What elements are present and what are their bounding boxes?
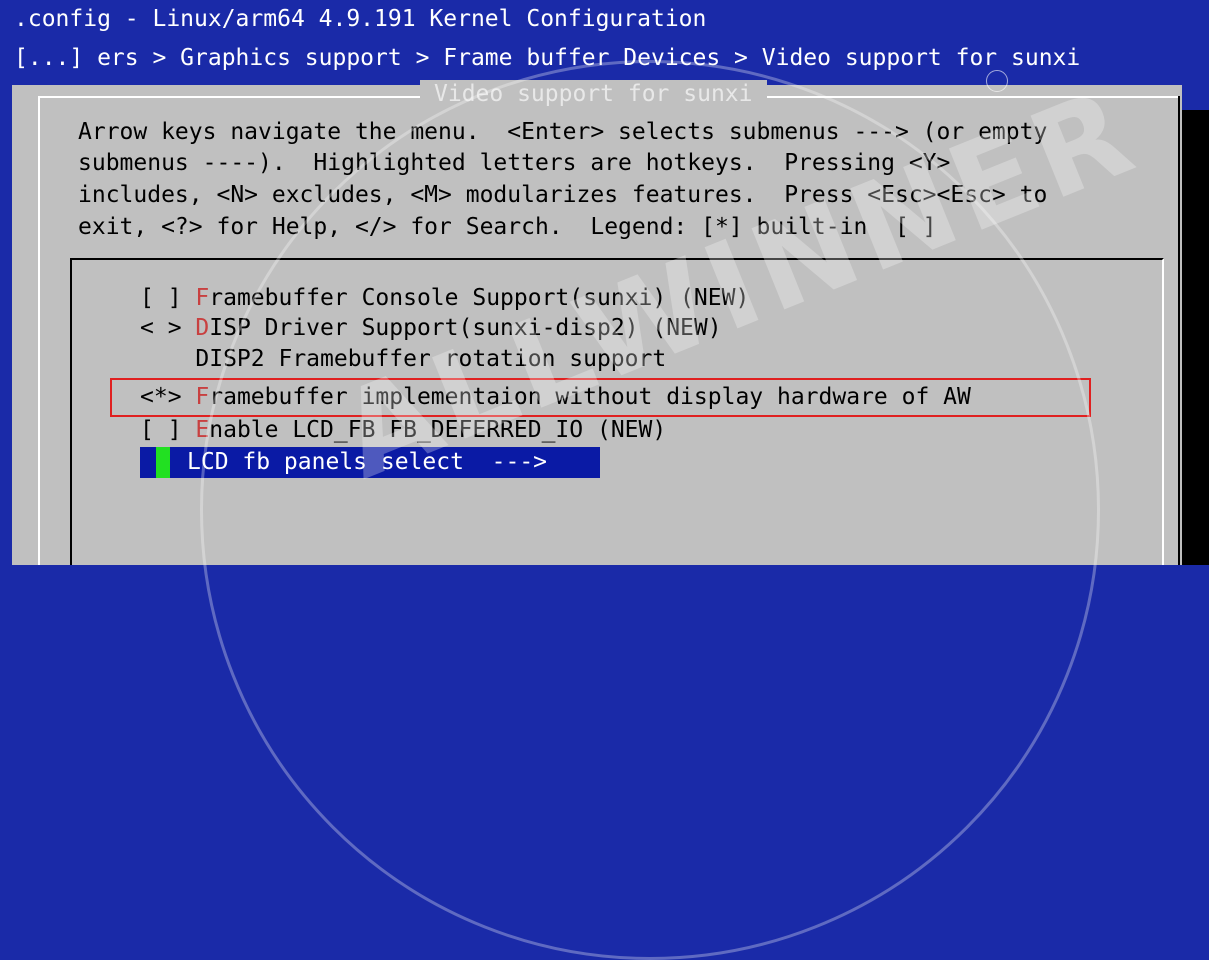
item-label: nable LCD_FB FB_DEFERRED_IO (NEW) (209, 417, 667, 443)
help-text-line: submenus ----). Highlighted letters are … (78, 150, 951, 176)
item-marker: [ ] (140, 417, 196, 443)
dialog-title: Video support for sunxi (420, 80, 767, 108)
menu-item-disp-driver[interactable]: < > DISP Driver Support(sunxi-disp2) (NE… (140, 313, 722, 343)
item-hotkey: F (195, 285, 210, 311)
menu-item-lcd-fb-deferred-io[interactable]: [ ] Enable LCD_FB FB_DEFERRED_IO (NEW) (140, 415, 666, 445)
help-text-line: includes, <N> excludes, <M> modularizes … (78, 182, 1048, 208)
selected-item-label: LCD fb panels select ---> (187, 449, 548, 475)
menu-item-disp2-rotation[interactable]: DISP2 Framebuffer rotation support (140, 344, 666, 374)
item-label: ramebuffer Console Support(sunxi) (NEW) (209, 285, 750, 311)
item-label: ISP Driver Support(sunxi-disp2) (NEW) (209, 315, 722, 341)
item-label: DISP2 Framebuffer rotation support (195, 346, 667, 372)
dialog-border-left (38, 96, 40, 565)
item-hotkey: E (195, 417, 210, 443)
menu-item-framebuffer-console[interactable]: [ ] Framebuffer Console Support(sunxi) (… (140, 283, 749, 313)
item-marker (140, 346, 195, 372)
window-title: .config - Linux/arm64 4.9.191 Kernel Con… (14, 6, 707, 32)
item-hotkey: D (195, 315, 210, 341)
item-marker: < > (140, 315, 196, 341)
annotation-highlight-box (110, 378, 1091, 417)
item-marker: [ ] (140, 285, 196, 311)
dialog-border-right (1178, 96, 1180, 565)
selection-cursor (156, 447, 170, 478)
help-text-line: exit, <?> for Help, </> for Search. Lege… (78, 214, 937, 240)
help-text-line: Arrow keys navigate the menu. <Enter> se… (78, 119, 1048, 145)
breadcrumb: [...] ers > Graphics support > Frame buf… (14, 45, 1081, 71)
dialog-shadow (1182, 110, 1209, 565)
